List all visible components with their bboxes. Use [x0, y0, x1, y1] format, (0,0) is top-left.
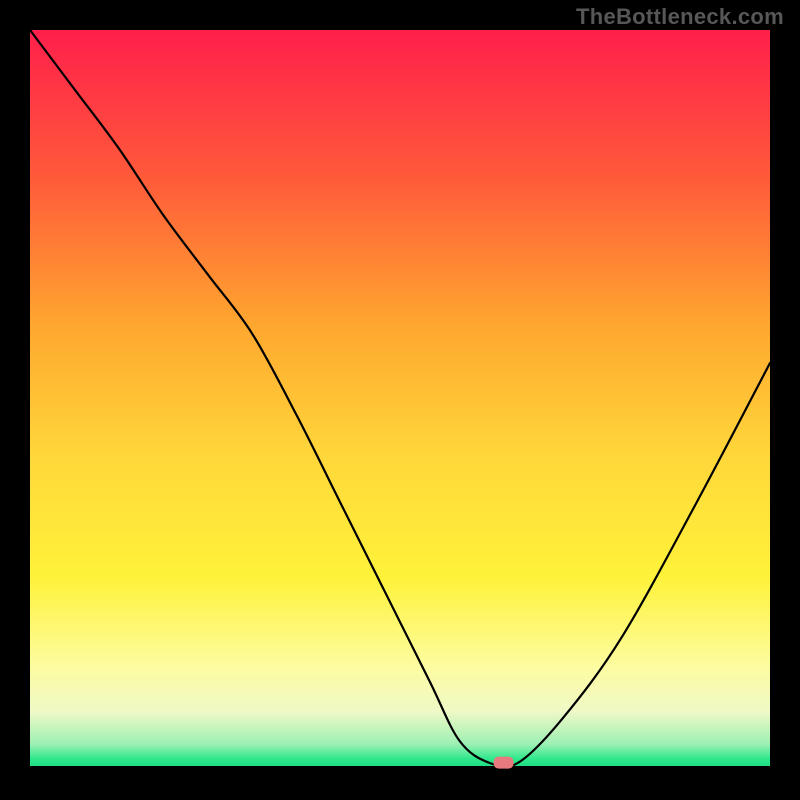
chart-frame: TheBottleneck.com — [0, 0, 800, 800]
plot-area — [30, 30, 770, 770]
gradient-background — [30, 30, 770, 770]
x-axis-baseline — [30, 766, 770, 770]
optimal-point-marker — [494, 757, 514, 769]
watermark-text: TheBottleneck.com — [576, 4, 784, 30]
bottleneck-chart — [30, 30, 770, 770]
